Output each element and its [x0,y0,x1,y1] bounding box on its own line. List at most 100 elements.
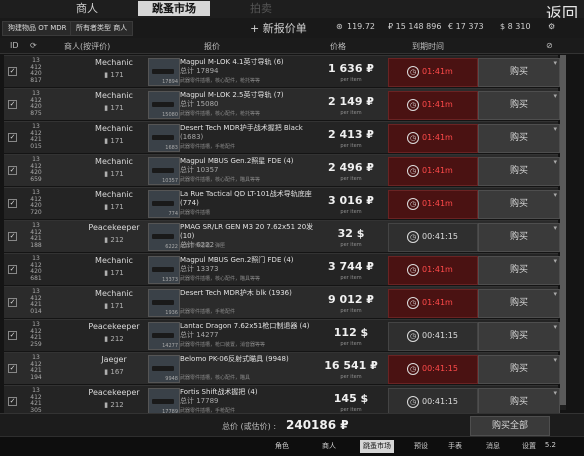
chevron-down-icon[interactable]: ▾ [553,248,557,275]
buy-button[interactable]: 购买 ▾ [478,223,560,252]
item-thumbnail[interactable]: 14277 [148,322,180,350]
buy-all-button[interactable]: 购买全部 [470,416,550,436]
item-thumbnail[interactable]: 1936 [148,289,180,317]
gun-part-icon [152,69,174,74]
chevron-down-icon[interactable]: ▾ [553,149,557,176]
row-checkbox[interactable]: ✓ [8,100,17,109]
rouble-balance: ₽ 15 148 896 [388,22,442,31]
item-name[interactable]: Belomo PK-06反射式瞄具 (9948) [180,355,314,364]
buy-button[interactable]: 购买 ▾ [478,256,560,285]
col-price[interactable]: 价格 [330,41,346,52]
add-offer-button[interactable]: + 新报价单 [250,20,307,36]
table-row: ✓ 13 412 420 817 Mechanic ▮ 171 17894 Magpu… [4,55,560,87]
chevron-down-icon[interactable]: ▾ [553,281,557,308]
chevron-down-icon[interactable]: ▾ [553,380,557,407]
item-thumbnail[interactable]: 17789 [148,388,180,416]
close-icon[interactable]: ⊘ [546,41,553,50]
item-name[interactable]: Lantac Dragon 7.62x51枪口制退器 (4) 总计 14277 [180,322,314,340]
nav-presets[interactable]: 预设 [414,440,428,453]
filter-chip-owner[interactable]: 所有者类型 商人 [70,21,134,36]
item-thumbnail[interactable]: 17894 [148,58,180,86]
item-category: 武器零件插槽，核心配件，瞄具 [180,375,251,381]
chevron-down-icon[interactable]: ▾ [553,314,557,341]
nav-messages[interactable]: 消息 [486,440,500,453]
item-name[interactable]: La Rue Tactical QD LT-101战术导轨底座 (774) [180,190,314,208]
row-checkbox[interactable]: ✓ [8,166,17,175]
refresh-icon[interactable]: ⟳ [30,41,37,50]
buy-button[interactable]: 购买 ▾ [478,124,560,153]
chevron-down-icon[interactable]: ▾ [553,83,557,110]
nav-settings[interactable]: 设置 [522,440,536,453]
chevron-down-icon[interactable]: ▾ [553,182,557,209]
row-checkbox[interactable]: ✓ [8,67,17,76]
clock-icon: ◷ [407,198,419,210]
item-thumbnail[interactable]: 9948 [148,355,180,383]
footer: 总价 (或估价) : 240186 ₽ 购买全部 [0,413,584,436]
per-item-label: per item [340,242,362,248]
col-expires[interactable]: 到期时间 [412,41,444,52]
item-category: 武器零件插槽，核心配件，枪托等等 [180,78,261,84]
row-checkbox[interactable]: ✓ [8,232,17,241]
row-checkbox[interactable]: ✓ [8,199,17,208]
buy-button[interactable]: 购买 ▾ [478,58,560,87]
nav-flea-market[interactable]: 跳蚤市场 [360,440,394,453]
item-name[interactable]: Desert Tech MDR护木 blk (1936) [180,289,314,298]
settings-icon[interactable]: ⚙ [548,22,555,31]
item-name[interactable]: Magpul M-LOK 4.1英寸导轨 (6) 总计 17894 [180,58,314,76]
item-name[interactable]: Magpul MBUS Gen.2照星 FDE (4) 总计 10357 [180,157,314,175]
chevron-down-icon[interactable]: ▾ [553,50,557,77]
item-price: 2 413 ₽ [328,128,374,141]
row-checkbox[interactable]: ✓ [8,331,17,340]
item-thumbnail[interactable]: 6222 [148,223,180,251]
per-item-label: per item [340,374,362,380]
chevron-down-icon[interactable]: ▾ [553,347,557,374]
tab-flea-market[interactable]: 跳蚤市场 [138,1,210,16]
table-header: ID ⟳ 商人(按评价) 报价 价格 到期时间 ⊘ [0,38,584,54]
buy-label: 购买 [509,265,528,275]
chevron-down-icon[interactable]: ▾ [553,215,557,242]
item-name[interactable]: Magpul MBUS Gen.2照门 FDE (4) 总计 13373 [180,256,314,274]
row-checkbox[interactable]: ✓ [8,133,17,142]
nav-traders[interactable]: 商人 [322,440,336,453]
item-category: 武器零件插槽，弹匣 [180,243,226,249]
buy-button[interactable]: 购买 ▾ [478,322,560,351]
scrollbar[interactable] [560,55,566,410]
row-checkbox[interactable]: ✓ [8,265,17,274]
item-thumbnail[interactable]: 15080 [148,91,180,119]
buy-button[interactable]: 购买 ▾ [478,190,560,219]
item-name[interactable]: Fortis Shift战术握把 (4) 总计 17789 [180,388,314,406]
nav-watch[interactable]: 手表 [448,440,462,453]
total-label: 总价 (或估价) : [222,422,277,431]
item-name[interactable]: Magpul M-LOK 2.5英寸导轨 (7) 总计 15080 [180,91,314,109]
gun-part-icon [152,234,174,239]
rating-icon: ▮ [104,104,109,112]
row-id: 13 412 421 305 [30,387,42,415]
item-thumbnail[interactable]: 13373 [148,256,180,284]
row-id: 13 412 421 194 [30,354,42,382]
tab-auction[interactable]: 拍卖 [238,1,284,16]
row-checkbox[interactable]: ✓ [8,397,17,406]
item-total: 总计 15080 [180,100,219,108]
scrollbar-thumb[interactable] [560,55,566,405]
buy-button[interactable]: 购买 ▾ [478,91,560,120]
item-name[interactable]: Desert Tech MDR护手战术握把 Black (1683) [180,124,314,142]
item-thumbnail[interactable]: 10357 [148,157,180,185]
filter-chip-item[interactable]: 狗建物品 OT MDR [2,21,73,36]
nav-character[interactable]: 角色 [275,440,289,453]
expiry-time: 01:41m [422,67,453,76]
buy-button[interactable]: 购买 ▾ [478,355,560,384]
col-seller[interactable]: 商人(按评价) [64,41,110,52]
col-id[interactable]: ID [10,41,19,50]
tab-traders[interactable]: 商人 [62,1,112,16]
buy-button[interactable]: 购买 ▾ [478,289,560,318]
rating-icon: ▮ [104,335,109,343]
buy-button[interactable]: 购买 ▾ [478,157,560,186]
row-checkbox[interactable]: ✓ [8,364,17,373]
table-row: ✓ 13 412 420 681 Mechanic ▮ 171 13373 Magpu… [4,253,560,285]
item-thumbnail[interactable]: 1683 [148,124,180,152]
chevron-down-icon[interactable]: ▾ [553,116,557,143]
row-checkbox[interactable]: ✓ [8,298,17,307]
expiry-timer: ◷ 00:41:15 [388,355,478,384]
item-thumbnail[interactable]: 774 [148,190,180,218]
bottom-nav: 角色 商人 跳蚤市场 预设 手表 消息 设置 5.2 [0,436,584,456]
